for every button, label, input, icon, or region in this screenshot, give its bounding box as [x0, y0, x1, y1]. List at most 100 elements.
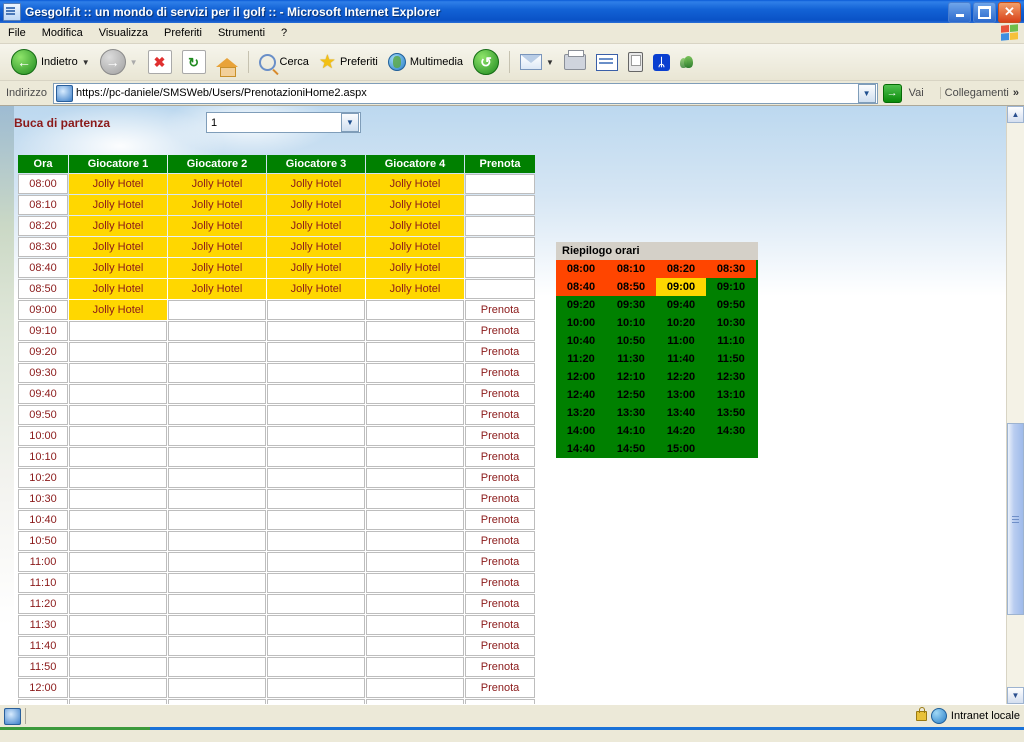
- riepilogo-slot-full[interactable]: 08:50: [606, 278, 656, 296]
- menu-item-modifica[interactable]: Modifica: [34, 25, 91, 41]
- address-input[interactable]: https://pc-daniele/SMSWeb/Users/Prenotaz…: [52, 82, 878, 104]
- riepilogo-slot-free[interactable]: 13:50: [706, 404, 756, 422]
- riepilogo-slot-free[interactable]: 10:50: [606, 332, 656, 350]
- riepilogo-slot-free[interactable]: 14:10: [606, 422, 656, 440]
- riepilogo-slot-free[interactable]: 09:50: [706, 296, 756, 314]
- cell-prenota[interactable]: Prenota: [465, 363, 535, 383]
- cell-giocatore-2[interactable]: Jolly Hotel: [168, 195, 266, 215]
- riepilogo-slot-free[interactable]: 14:50: [606, 440, 656, 458]
- prenota-link[interactable]: Prenota: [481, 388, 520, 400]
- maximize-button[interactable]: [973, 2, 996, 23]
- cell-giocatore-3[interactable]: Jolly Hotel: [267, 216, 365, 236]
- cell-giocatore-3[interactable]: Jolly Hotel: [267, 279, 365, 299]
- riepilogo-slot-free[interactable]: 12:50: [606, 386, 656, 404]
- print-button[interactable]: [559, 50, 591, 72]
- history-button[interactable]: ↺: [468, 47, 504, 77]
- go-button[interactable]: → Vai: [878, 83, 938, 103]
- favorites-button[interactable]: ★ Preferiti: [314, 51, 383, 74]
- riepilogo-slot-free[interactable]: 11:50: [706, 350, 756, 368]
- riepilogo-slot-free[interactable]: 11:00: [656, 332, 706, 350]
- cell-prenota[interactable]: Prenota: [465, 657, 535, 677]
- cell-giocatore-1[interactable]: Jolly Hotel: [69, 258, 167, 278]
- riepilogo-slot-free[interactable]: 09:40: [656, 296, 706, 314]
- cell-giocatore-4[interactable]: Jolly Hotel: [366, 258, 464, 278]
- riepilogo-slot-free[interactable]: 15:00: [656, 440, 706, 458]
- cell-giocatore-2[interactable]: Jolly Hotel: [168, 279, 266, 299]
- edit-button[interactable]: [591, 52, 623, 73]
- cell-prenota[interactable]: Prenota: [465, 573, 535, 593]
- menu-item-strumenti[interactable]: Strumenti: [210, 25, 273, 41]
- riepilogo-slot-free[interactable]: 13:40: [656, 404, 706, 422]
- prenota-link[interactable]: Prenota: [481, 430, 520, 442]
- prenota-link[interactable]: Prenota: [481, 514, 520, 526]
- cell-prenota[interactable]: Prenota: [465, 636, 535, 656]
- riepilogo-slot-full[interactable]: 08:10: [606, 260, 656, 278]
- cell-giocatore-1[interactable]: Jolly Hotel: [69, 195, 167, 215]
- prenota-link[interactable]: Prenota: [481, 304, 520, 316]
- prenota-link[interactable]: Prenota: [481, 682, 520, 694]
- media-button[interactable]: Multimedia: [383, 51, 468, 73]
- cell-giocatore-2[interactable]: Jolly Hotel: [168, 258, 266, 278]
- cell-giocatore-4[interactable]: Jolly Hotel: [366, 195, 464, 215]
- riepilogo-slot-free[interactable]: 12:10: [606, 368, 656, 386]
- riepilogo-slot-free[interactable]: 11:40: [656, 350, 706, 368]
- cell-giocatore-3[interactable]: Jolly Hotel: [267, 258, 365, 278]
- riepilogo-slot-free[interactable]: 14:40: [556, 440, 606, 458]
- riepilogo-slot-free[interactable]: 12:00: [556, 368, 606, 386]
- cell-prenota[interactable]: Prenota: [465, 468, 535, 488]
- device-button[interactable]: [623, 50, 648, 74]
- cell-giocatore-1[interactable]: Jolly Hotel: [69, 174, 167, 194]
- riepilogo-slot-free[interactable]: 10:40: [556, 332, 606, 350]
- riepilogo-slot-free[interactable]: 10:20: [656, 314, 706, 332]
- bluetooth-button[interactable]: ᛦ: [648, 52, 675, 73]
- cell-prenota[interactable]: Prenota: [465, 384, 535, 404]
- riepilogo-slot-full[interactable]: 08:20: [656, 260, 706, 278]
- cell-giocatore-2[interactable]: Jolly Hotel: [168, 174, 266, 194]
- prenota-link[interactable]: Prenota: [481, 367, 520, 379]
- scroll-up-button[interactable]: ▲: [1007, 106, 1024, 123]
- prenota-link[interactable]: Prenota: [481, 556, 520, 568]
- scrollbar-track[interactable]: [1007, 123, 1024, 687]
- prenota-link[interactable]: Prenota: [481, 451, 520, 463]
- address-dropdown-icon[interactable]: ▼: [857, 83, 876, 103]
- riepilogo-slot-free[interactable]: 14:30: [706, 422, 756, 440]
- menu-item-preferiti[interactable]: Preferiti: [156, 25, 210, 41]
- cell-giocatore-1[interactable]: Jolly Hotel: [69, 216, 167, 236]
- cell-prenota[interactable]: Prenota: [465, 552, 535, 572]
- stop-button[interactable]: ✖: [143, 48, 177, 76]
- cell-prenota[interactable]: Prenota: [465, 594, 535, 614]
- prenota-link[interactable]: Prenota: [481, 493, 520, 505]
- prenota-link[interactable]: Prenota: [481, 472, 520, 484]
- prenota-link[interactable]: Prenota: [481, 325, 520, 337]
- riepilogo-slot-free[interactable]: 13:10: [706, 386, 756, 404]
- minimize-button[interactable]: [948, 2, 971, 23]
- home-button[interactable]: [211, 56, 243, 77]
- search-button[interactable]: Cerca: [254, 52, 314, 73]
- cell-prenota[interactable]: Prenota: [465, 300, 535, 320]
- riepilogo-slot-full[interactable]: 08:40: [556, 278, 606, 296]
- menu-item-visualizza[interactable]: Visualizza: [91, 25, 156, 41]
- back-button[interactable]: ← Indietro ▼: [6, 47, 95, 77]
- chevron-down-icon[interactable]: ▼: [82, 58, 90, 67]
- menu-item-help[interactable]: ?: [273, 25, 295, 41]
- close-button[interactable]: ✕: [998, 2, 1021, 23]
- buca-di-partenza-select[interactable]: 1 ▼: [206, 112, 361, 133]
- riepilogo-slot-free[interactable]: 13:20: [556, 404, 606, 422]
- prenota-link[interactable]: Prenota: [481, 409, 520, 421]
- cell-prenota[interactable]: Prenota: [465, 321, 535, 341]
- cell-giocatore-4[interactable]: Jolly Hotel: [366, 216, 464, 236]
- riepilogo-slot-free[interactable]: 09:20: [556, 296, 606, 314]
- prenota-link[interactable]: Prenota: [481, 346, 520, 358]
- chevron-down-icon-buca[interactable]: ▼: [341, 113, 359, 132]
- riepilogo-slot-free[interactable]: 12:30: [706, 368, 756, 386]
- cell-giocatore-2[interactable]: Jolly Hotel: [168, 216, 266, 236]
- links-label[interactable]: Collegamenti: [939, 87, 1013, 99]
- cell-giocatore-2[interactable]: Jolly Hotel: [168, 237, 266, 257]
- cell-prenota[interactable]: Prenota: [465, 426, 535, 446]
- prenota-link[interactable]: Prenota: [481, 619, 520, 631]
- riepilogo-slot-free[interactable]: 10:30: [706, 314, 756, 332]
- cell-prenota[interactable]: Prenota: [465, 678, 535, 698]
- chevron-down-icon-mail[interactable]: ▼: [546, 58, 554, 67]
- riepilogo-slot-free[interactable]: 09:10: [706, 278, 756, 296]
- cell-prenota[interactable]: Prenota: [465, 531, 535, 551]
